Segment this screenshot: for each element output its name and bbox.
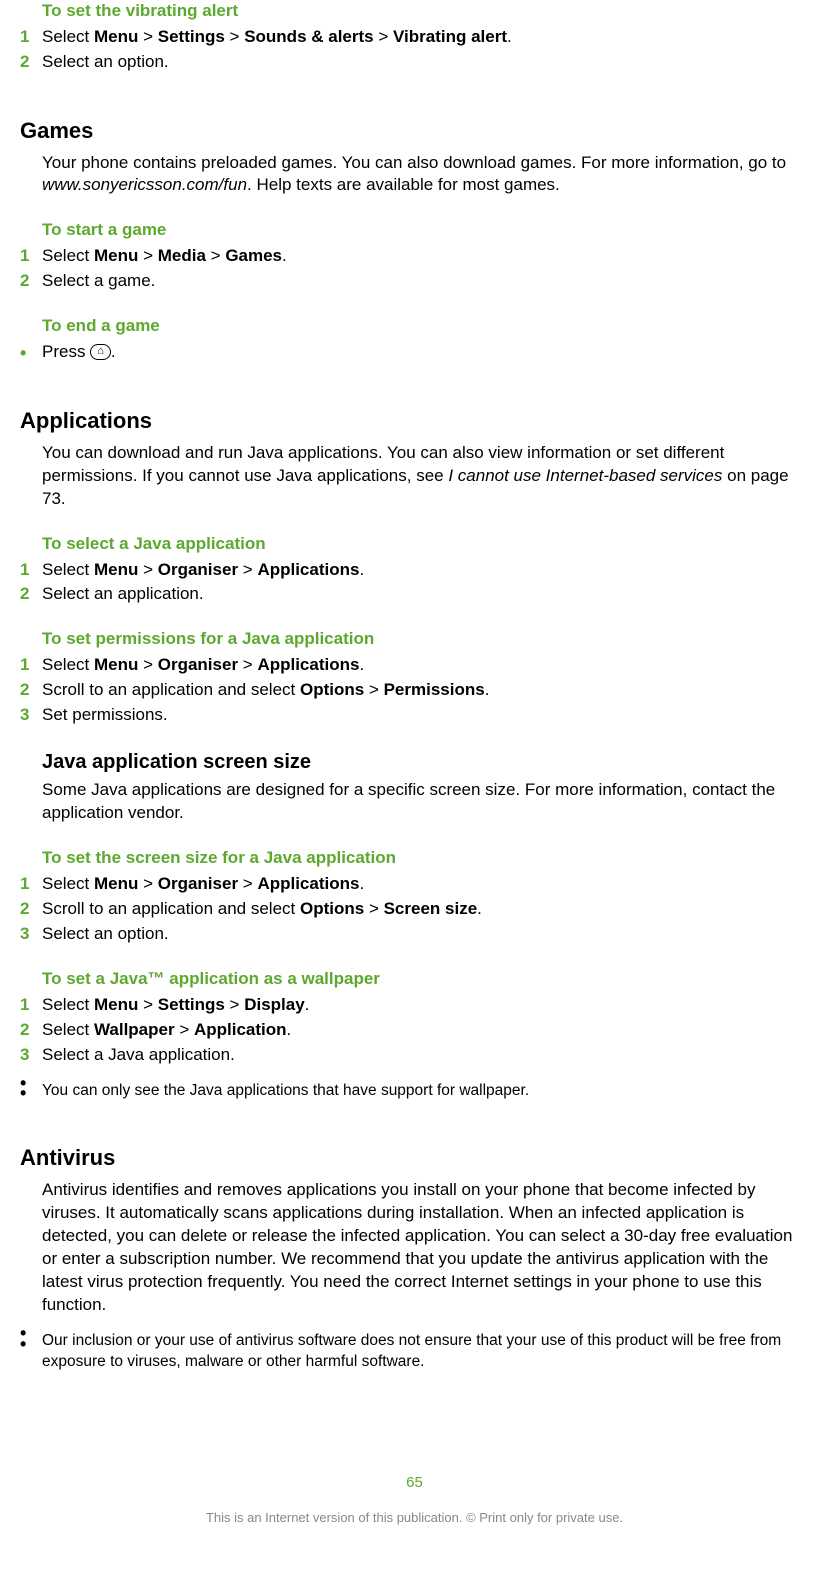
step-item: 1 Select Menu > Media > Games. [20,245,809,268]
exclamation-icon: •• [20,1079,26,1100]
step-number: 1 [20,559,29,582]
step-item: 1 Select Menu > Organiser > Applications. [20,654,809,677]
step-number: 1 [20,873,29,896]
section-title-antivirus: Antivirus [20,1143,809,1173]
step-item: 1 Select Menu > Organiser > Applications. [20,559,809,582]
apps-intro: You can download and run Java applicatio… [42,442,809,511]
games-intro: Your phone contains preloaded games. You… [42,152,809,198]
step-number: 2 [20,679,29,702]
heading-set-permissions: To set permissions for a Java applicatio… [42,628,809,651]
antivirus-body: Antivirus identifies and removes applica… [42,1179,809,1317]
step-text: Select Menu > Organiser > Applications. [42,560,364,579]
heading-set-wallpaper: To set a Java™ application as a wallpape… [42,968,809,991]
step-text: Select an option. [42,924,169,943]
heading-start-game: To start a game [42,219,809,242]
step-text: Scroll to an application and select Opti… [42,899,482,918]
step-item: 3 Select an option. [20,923,809,946]
steps-set-permissions: 1 Select Menu > Organiser > Applications.… [20,654,809,727]
step-text: Select a game. [42,271,155,290]
exclamation-icon: •• [20,1329,26,1350]
end-game-bullet: • Press ⌂. [20,341,809,364]
page-number: 65 [20,1473,809,1493]
steps-select-java: 1 Select Menu > Organiser > Applications.… [20,559,809,607]
page-footer: 65 This is an Internet version of this p… [20,1473,809,1527]
note-antivirus: •• Our inclusion or your use of antiviru… [20,1331,809,1373]
heading-vibrating-alert: To set the vibrating alert [42,0,809,23]
step-text: Select an application. [42,584,204,603]
step-number: 1 [20,994,29,1017]
step-item: 2 Select an option. [20,51,809,74]
step-text: Select an option. [42,52,169,71]
step-number: 2 [20,1019,29,1042]
step-text: Set permissions. [42,705,168,724]
step-item: 3 Select a Java application. [20,1044,809,1067]
step-number: 3 [20,1044,29,1067]
step-number: 1 [20,26,29,49]
step-text: Scroll to an application and select Opti… [42,680,489,699]
heading-end-game: To end a game [42,315,809,338]
steps-set-screen-size: 1 Select Menu > Organiser > Applications.… [20,873,809,946]
step-number: 2 [20,583,29,606]
footer-text: This is an Internet version of this publ… [206,1510,623,1525]
step-item: 3 Set permissions. [20,704,809,727]
step-item: 1 Select Menu > Organiser > Applications. [20,873,809,896]
note-text: Our inclusion or your use of antivirus s… [42,1332,781,1370]
bullet-icon: • [20,341,26,365]
step-item: 2 Scroll to an application and select Opt… [20,898,809,921]
step-text: Select Menu > Media > Games. [42,246,287,265]
step-text: Select Menu > Organiser > Applications. [42,655,364,674]
step-text: Select Menu > Settings > Sounds & alerts… [42,27,512,46]
java-screen-size-body: Some Java applications are designed for … [42,779,809,825]
step-item: 2 Scroll to an application and select Opt… [20,679,809,702]
step-number: 1 [20,245,29,268]
steps-set-wallpaper: 1 Select Menu > Settings > Display. 2 Sele… [20,994,809,1067]
step-text: Select a Java application. [42,1045,235,1064]
step-text: Select Wallpaper > Application. [42,1020,291,1039]
step-item: 2 Select an application. [20,583,809,606]
step-number: 2 [20,898,29,921]
step-number: 3 [20,923,29,946]
note-wallpaper: •• You can only see the Java application… [20,1081,809,1102]
step-number: 3 [20,704,29,727]
section-title-games: Games [20,116,809,146]
step-item: 2 Select a game. [20,270,809,293]
page-content: To set the vibrating alert 1 Select Menu … [0,0,829,1546]
step-item: 1 Select Menu > Settings > Sounds & alert… [20,26,809,49]
section-title-applications: Applications [20,406,809,436]
step-item: 2 Select Wallpaper > Application. [20,1019,809,1042]
step-item: 1 Select Menu > Settings > Display. [20,994,809,1017]
steps-vibrating-alert: 1 Select Menu > Settings > Sounds & alert… [20,26,809,74]
heading-set-screen-size: To set the screen size for a Java applic… [42,847,809,870]
step-text: Select Menu > Settings > Display. [42,995,309,1014]
note-text: You can only see the Java applications t… [42,1082,529,1099]
heading-select-java: To select a Java application [42,533,809,556]
end-game-text: Press ⌂. [42,342,116,361]
step-number: 2 [20,270,29,293]
step-number: 2 [20,51,29,74]
subtitle-java-screen-size: Java application screen size [42,749,809,776]
step-number: 1 [20,654,29,677]
steps-start-game: 1 Select Menu > Media > Games. 2 Select a … [20,245,809,293]
step-text: Select Menu > Organiser > Applications. [42,874,364,893]
